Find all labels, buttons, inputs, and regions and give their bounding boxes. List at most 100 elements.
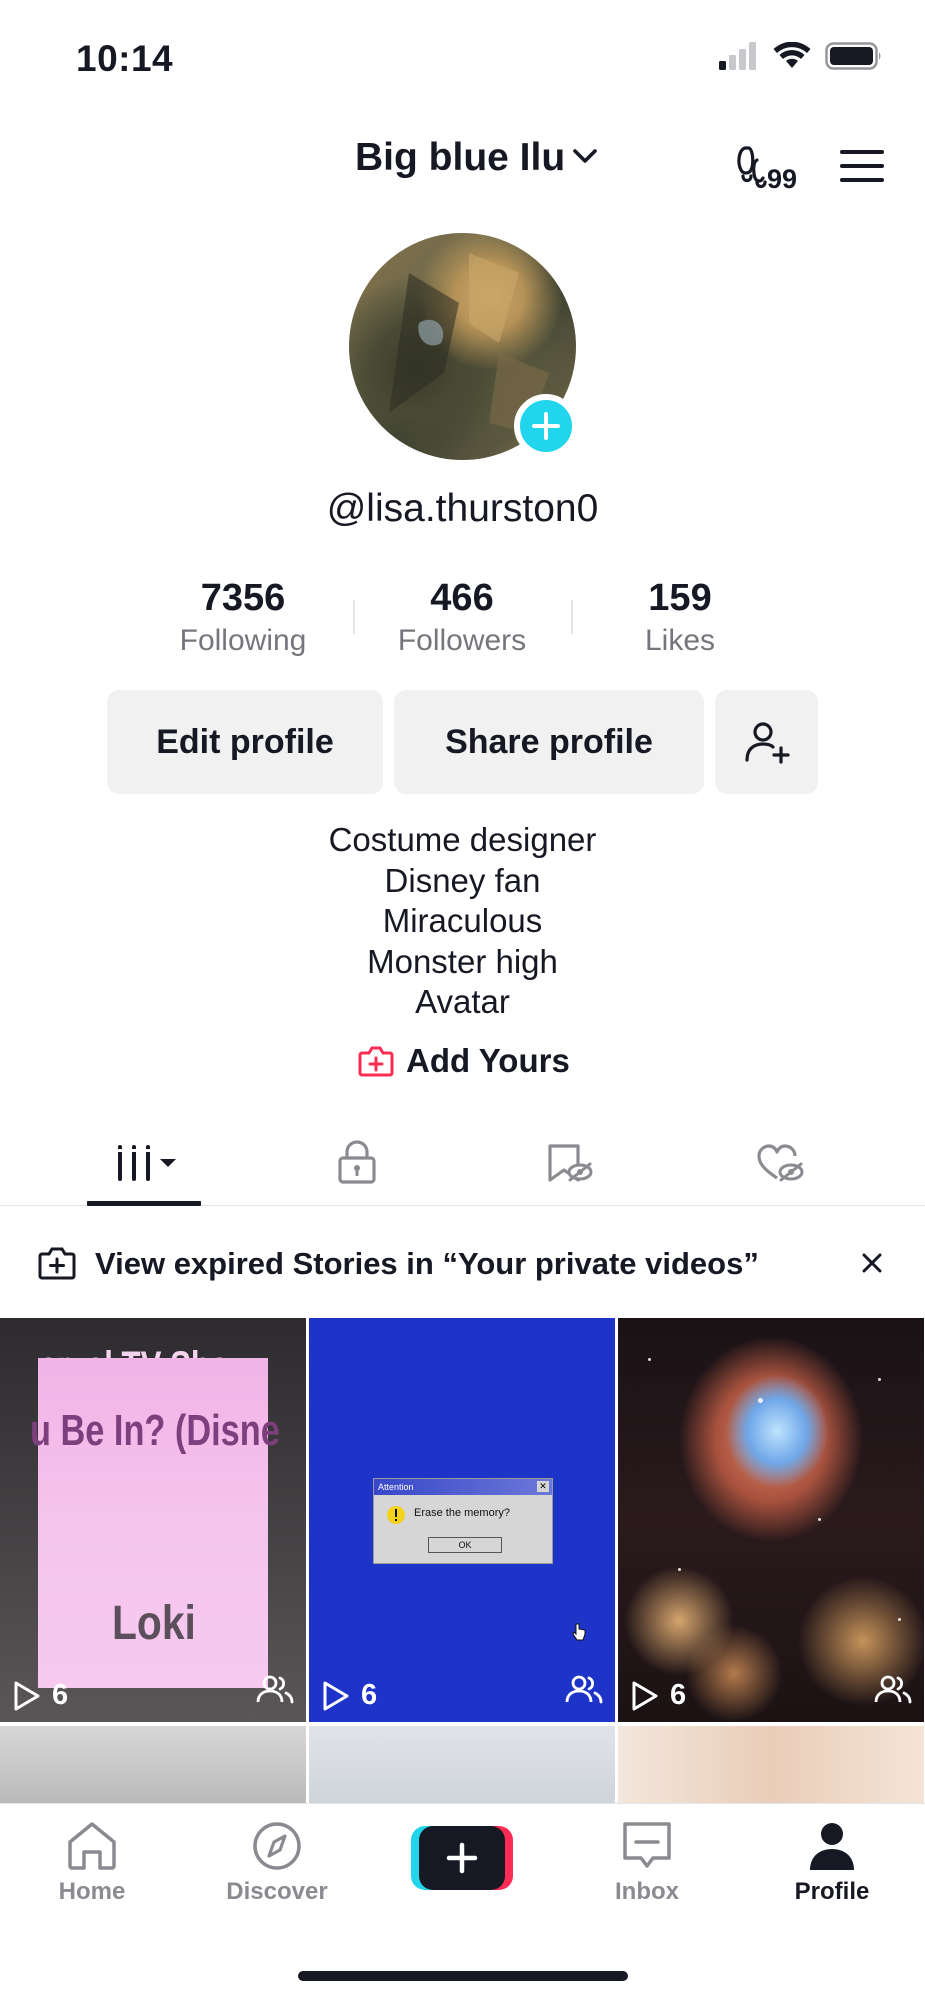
stat-likes[interactable]: 159 Likes — [580, 576, 780, 658]
stat-divider — [353, 600, 355, 634]
star-dot — [898, 1618, 901, 1621]
nav-profile[interactable]: Profile — [762, 1820, 902, 1906]
expired-stories-banner[interactable]: View expired Stories in “Your private vi… — [0, 1210, 925, 1318]
nav-discover[interactable]: Discover — [207, 1820, 347, 1906]
plus-icon — [532, 412, 560, 440]
view-count-value: 6 — [361, 1679, 378, 1711]
cursor-icon — [571, 1622, 587, 1647]
dialog-graphic: Attention ✕ Erase the memory? OK — [373, 1478, 553, 1564]
bio-line: Disney fan — [384, 861, 541, 899]
view-count: 6 — [12, 1679, 68, 1712]
star-dot — [648, 1358, 651, 1361]
tab-liked[interactable] — [664, 1120, 895, 1206]
tab-private[interactable] — [241, 1120, 472, 1206]
profile-header: Big blue Ilu 99 — [0, 130, 925, 200]
play-icon — [323, 1681, 349, 1710]
wifi-icon — [773, 41, 811, 75]
content-tabs — [0, 1120, 925, 1206]
video-tile[interactable]: 6 — [618, 1318, 924, 1722]
create-button[interactable] — [411, 1826, 513, 1890]
video-tile[interactable]: Attention ✕ Erase the memory? OK 6 — [309, 1318, 615, 1722]
dialog-message: Erase the memory? — [414, 1507, 510, 1519]
profile-stats: 7356 Following 466 Followers 159 Likes — [0, 576, 925, 666]
profile-bio: Costume designer Disney fan Miraculous M… — [0, 820, 925, 1023]
status-icons — [719, 41, 883, 75]
share-profile-button[interactable]: Share profile — [394, 690, 704, 794]
video-overlay-text: Loki — [112, 1597, 196, 1650]
star-dot — [818, 1518, 821, 1521]
star-dot — [678, 1568, 681, 1571]
compass-icon — [253, 1822, 301, 1870]
home-icon — [68, 1822, 116, 1870]
dialog-title-text: Attention — [378, 1482, 414, 1492]
profile-actions: Edit profile Share profile — [0, 690, 925, 794]
nav-inbox-label: Inbox — [615, 1878, 679, 1905]
inbox-icon — [623, 1822, 671, 1868]
account-name: Big blue Ilu — [355, 136, 566, 179]
active-tab-indicator — [87, 1201, 201, 1206]
account-switcher[interactable]: Big blue Ilu — [355, 136, 601, 180]
menu-icon[interactable] — [839, 148, 885, 184]
video-grid: arvel TV Show u Be In? (Disne Loki 6 Att… — [0, 1318, 925, 1803]
dialog-title: Attention ✕ — [374, 1479, 552, 1495]
grid-icon — [115, 1145, 176, 1181]
signal-icon — [719, 42, 759, 75]
play-icon — [632, 1681, 658, 1710]
bio-line: Monster high — [367, 942, 558, 980]
close-icon[interactable] — [857, 1248, 887, 1278]
view-count-value: 6 — [670, 1679, 687, 1711]
nav-inbox[interactable]: Inbox — [577, 1820, 717, 1906]
friends-icon — [256, 1673, 294, 1710]
hidden-heart-icon — [756, 1144, 803, 1182]
view-count-value: 6 — [52, 1679, 69, 1711]
tab-videos[interactable] — [30, 1120, 261, 1206]
dialog-close-icon: ✕ — [537, 1481, 549, 1492]
followers-label: Followers — [397, 624, 527, 657]
edit-profile-button[interactable]: Edit profile — [107, 690, 383, 794]
friends-icon — [874, 1673, 912, 1710]
footprints-badge: 99 — [767, 164, 798, 194]
profile-icon — [810, 1823, 854, 1870]
stat-divider — [571, 600, 573, 634]
dialog-ok: OK — [428, 1537, 502, 1553]
likes-count: 159 — [648, 577, 712, 619]
stat-followers[interactable]: 466 Followers — [362, 576, 562, 658]
nav-discover-label: Discover — [226, 1878, 328, 1905]
add-avatar-button[interactable] — [514, 394, 578, 458]
likes-label: Likes — [644, 624, 716, 657]
bio-line: Costume designer — [328, 821, 597, 858]
star-dot — [878, 1378, 881, 1381]
lock-icon — [337, 1140, 376, 1184]
tab-reposts[interactable] — [453, 1120, 684, 1206]
video-tile[interactable] — [618, 1726, 924, 1803]
status-time: 10:14 — [76, 38, 174, 79]
add-friend-button[interactable] — [715, 690, 818, 794]
nav-home[interactable]: Home — [22, 1820, 162, 1906]
nav-profile-label: Profile — [794, 1878, 870, 1905]
battery-icon — [825, 42, 883, 75]
nav-home-label: Home — [58, 1878, 126, 1905]
video-tile[interactable] — [0, 1726, 306, 1803]
add-yours-link[interactable]: Add Yours — [358, 1042, 570, 1080]
following-count: 7356 — [200, 577, 286, 619]
username: @lisa.thurston0 — [326, 487, 599, 530]
add-yours-label: Add Yours — [406, 1042, 570, 1079]
warning-icon — [386, 1505, 406, 1530]
bio-line: Miraculous — [382, 902, 543, 939]
footprints-icon[interactable]: 99 — [735, 138, 805, 194]
camera-plus-icon — [358, 1046, 394, 1077]
followers-count: 466 — [430, 577, 494, 619]
video-tile[interactable] — [309, 1726, 615, 1803]
star-dot — [758, 1398, 763, 1403]
video-tile[interactable]: arvel TV Show u Be In? (Disne Loki 6 — [0, 1318, 306, 1722]
home-indicator — [298, 1971, 628, 1981]
video-overlay-text: u Be In? (Disne — [30, 1406, 280, 1455]
camera-plus-icon — [38, 1246, 76, 1285]
header-actions: 99 — [735, 138, 885, 194]
create-button-core — [419, 1826, 505, 1890]
following-label: Following — [179, 624, 307, 657]
play-icon — [14, 1681, 40, 1710]
stat-following[interactable]: 7356 Following — [143, 576, 343, 658]
avatar-container — [349, 233, 578, 460]
status-bar: 10:14 — [0, 0, 925, 120]
